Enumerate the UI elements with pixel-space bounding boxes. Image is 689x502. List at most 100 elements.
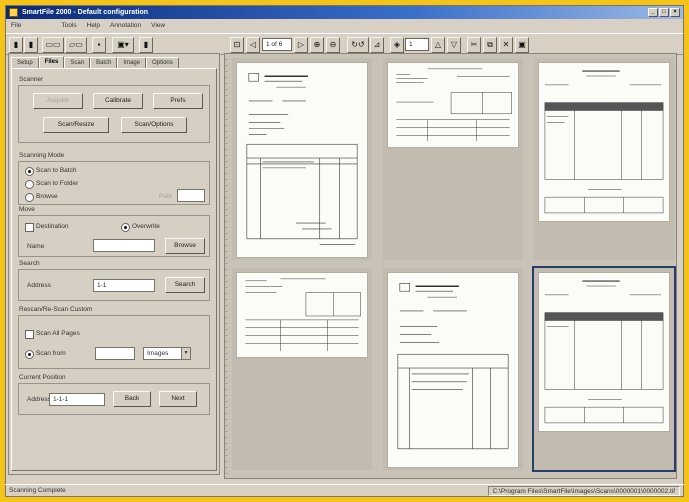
current-position-group: Current Position Address 1-1-1 Back Next	[18, 374, 210, 415]
overwrite-radio[interactable]: Overwrite	[121, 222, 160, 232]
scan-from-field[interactable]	[95, 347, 135, 360]
destination-checkbox[interactable]: Destination	[25, 222, 69, 232]
thumbnail-2[interactable]	[383, 58, 523, 260]
rotate-icon[interactable]: ↻↺	[347, 37, 369, 53]
window-controls: _ □ ×	[648, 8, 680, 17]
thumbnail-3[interactable]	[534, 58, 674, 260]
position-address-field[interactable]: 1-1-1	[49, 393, 105, 406]
menu-annotation[interactable]: Annotation	[110, 20, 141, 31]
page-image	[387, 62, 519, 148]
zoom-in-icon[interactable]: ⊕	[310, 37, 324, 53]
tab-options[interactable]: Options	[146, 57, 179, 68]
page-image	[236, 272, 368, 358]
scan-icon[interactable]: ▮	[9, 37, 23, 53]
tab-strip: Setup Files Scan Batch Image Options	[11, 56, 179, 69]
search-legend: Search	[19, 260, 40, 267]
search-address-field[interactable]: 1-1	[93, 279, 155, 292]
maximize-button[interactable]: □	[659, 8, 669, 17]
chevron-down-icon: ▼	[181, 348, 190, 359]
deskew-icon[interactable]: ⊿	[370, 37, 384, 53]
scanner-group: Scanner Acquire Calibrate Prefs Scan/Res…	[18, 76, 210, 143]
tab-body: Scanner Acquire Calibrate Prefs Scan/Res…	[11, 68, 217, 471]
move-group: Move Destination Overwrite Name Browse	[18, 206, 210, 257]
thumbnail-4[interactable]	[232, 268, 372, 470]
page-image	[236, 62, 368, 258]
toolbar: ▮ ▮ ▭▭ ▱▭ ▪ ▣▾ ▮ ⊡ ◁ 1 of 6 ▷ ⊕ ⊖ ↻↺ ⊿ ◈…	[6, 33, 683, 55]
minimize-button[interactable]: _	[648, 8, 658, 17]
browse-radio[interactable]: Browse	[25, 192, 58, 202]
folder-icon[interactable]: ▱▭	[65, 37, 87, 53]
browse-path-field[interactable]	[177, 189, 205, 202]
browse-button[interactable]: Browse	[165, 238, 205, 254]
status-text: Scanning Complete	[9, 487, 66, 494]
export-icon[interactable]: ▮	[139, 37, 153, 53]
cut-icon[interactable]: ✂	[467, 37, 481, 53]
scan-range-select[interactable]: Images ▼	[143, 347, 191, 360]
page-first-icon[interactable]: ◁	[246, 37, 260, 53]
nav-up-icon[interactable]: △	[431, 37, 445, 53]
scanner-legend: Scanner	[19, 76, 44, 83]
page-image	[538, 62, 670, 222]
tab-scan[interactable]: Scan	[64, 57, 91, 68]
search-address-label: Address	[27, 282, 51, 289]
page-image	[538, 272, 670, 432]
menu-file[interactable]: File	[11, 20, 21, 31]
scan-all-pages-checkbox[interactable]: Scan All Pages	[25, 329, 80, 339]
save-icon[interactable]: ▪	[92, 37, 106, 53]
tab-setup[interactable]: Setup	[11, 57, 39, 68]
menu-tools[interactable]: Tools	[61, 20, 76, 31]
scan-resize-button[interactable]: Scan/Resize	[43, 117, 109, 133]
rescan-group: Rescan/Re-Scan Custom Scan All Pages Sca…	[18, 306, 210, 369]
scanning-mode-group: Scanning Mode Scan to Batch Scan to Fold…	[18, 152, 210, 205]
scan-from-radio[interactable]: Scan from	[25, 349, 66, 359]
page-field[interactable]: 1 of 6	[262, 38, 292, 51]
menu-bar: File Tools Help Annotation View	[6, 20, 683, 31]
name-field[interactable]	[93, 239, 155, 252]
browse-path-label: Path	[159, 193, 173, 200]
thumbnail-1[interactable]	[232, 58, 372, 260]
fit-page-icon[interactable]: ⊡	[230, 37, 244, 53]
status-bar: Scanning Complete C:\Program Files\Smart…	[5, 484, 684, 496]
search-button[interactable]: Search	[165, 277, 205, 293]
back-button[interactable]: Back	[113, 391, 151, 407]
tab-batch[interactable]: Batch	[90, 57, 118, 68]
menu-help[interactable]: Help	[87, 20, 100, 31]
batch-icon[interactable]: ▮	[24, 37, 38, 53]
thumbnail-5[interactable]	[383, 268, 523, 470]
scanning-mode-legend: Scanning Mode	[19, 152, 65, 159]
page-image	[387, 272, 519, 468]
menu-view[interactable]: View	[151, 20, 165, 31]
zoom-level-icon[interactable]: ◈	[390, 37, 404, 53]
print-icon[interactable]: ▣▾	[112, 37, 134, 53]
settings-panel: Setup Files Scan Batch Image Options Sca…	[8, 53, 220, 475]
zoom-field[interactable]: 1	[405, 38, 429, 51]
delete-icon[interactable]: ✕	[499, 37, 513, 53]
viewer-ruler	[224, 53, 228, 479]
scan-range-value: Images	[147, 350, 169, 357]
open-icon[interactable]: ▭▭	[42, 37, 64, 53]
image-icon[interactable]: ▣	[515, 37, 529, 53]
scan-to-folder-radio[interactable]: Scan to Folder	[25, 179, 78, 189]
nav-down-icon[interactable]: ▽	[447, 37, 461, 53]
search-group: Search Address 1-1 Search	[18, 260, 210, 301]
window-title: SmartFile 2000 - Default configuration	[22, 9, 149, 16]
calibrate-button[interactable]: Calibrate	[93, 93, 143, 109]
position-address-label: Address	[27, 396, 51, 403]
app-icon	[9, 8, 18, 17]
thumbnail-6-selected[interactable]	[532, 266, 676, 472]
rescan-legend: Rescan/Re-Scan Custom	[19, 306, 93, 313]
copy-icon[interactable]: ⧉	[483, 37, 497, 53]
page-next-icon[interactable]: ▷	[294, 37, 308, 53]
next-button[interactable]: Next	[159, 391, 197, 407]
scan-to-batch-radio[interactable]: Scan to Batch	[25, 166, 76, 176]
scan-options-button[interactable]: Scan/Options	[121, 117, 187, 133]
name-label: Name	[27, 243, 45, 250]
tab-image[interactable]: Image	[117, 57, 147, 68]
prefs-button[interactable]: Prefs	[153, 93, 203, 109]
acquire-button[interactable]: Acquire	[33, 93, 83, 109]
close-button[interactable]: ×	[670, 8, 680, 17]
status-path: C:\Program Files\SmartFile\Images\Scans\…	[487, 486, 680, 496]
zoom-out-icon[interactable]: ⊖	[326, 37, 340, 53]
title-bar[interactable]: SmartFile 2000 - Default configuration _…	[6, 6, 683, 19]
current-position-legend: Current Position	[19, 374, 66, 381]
